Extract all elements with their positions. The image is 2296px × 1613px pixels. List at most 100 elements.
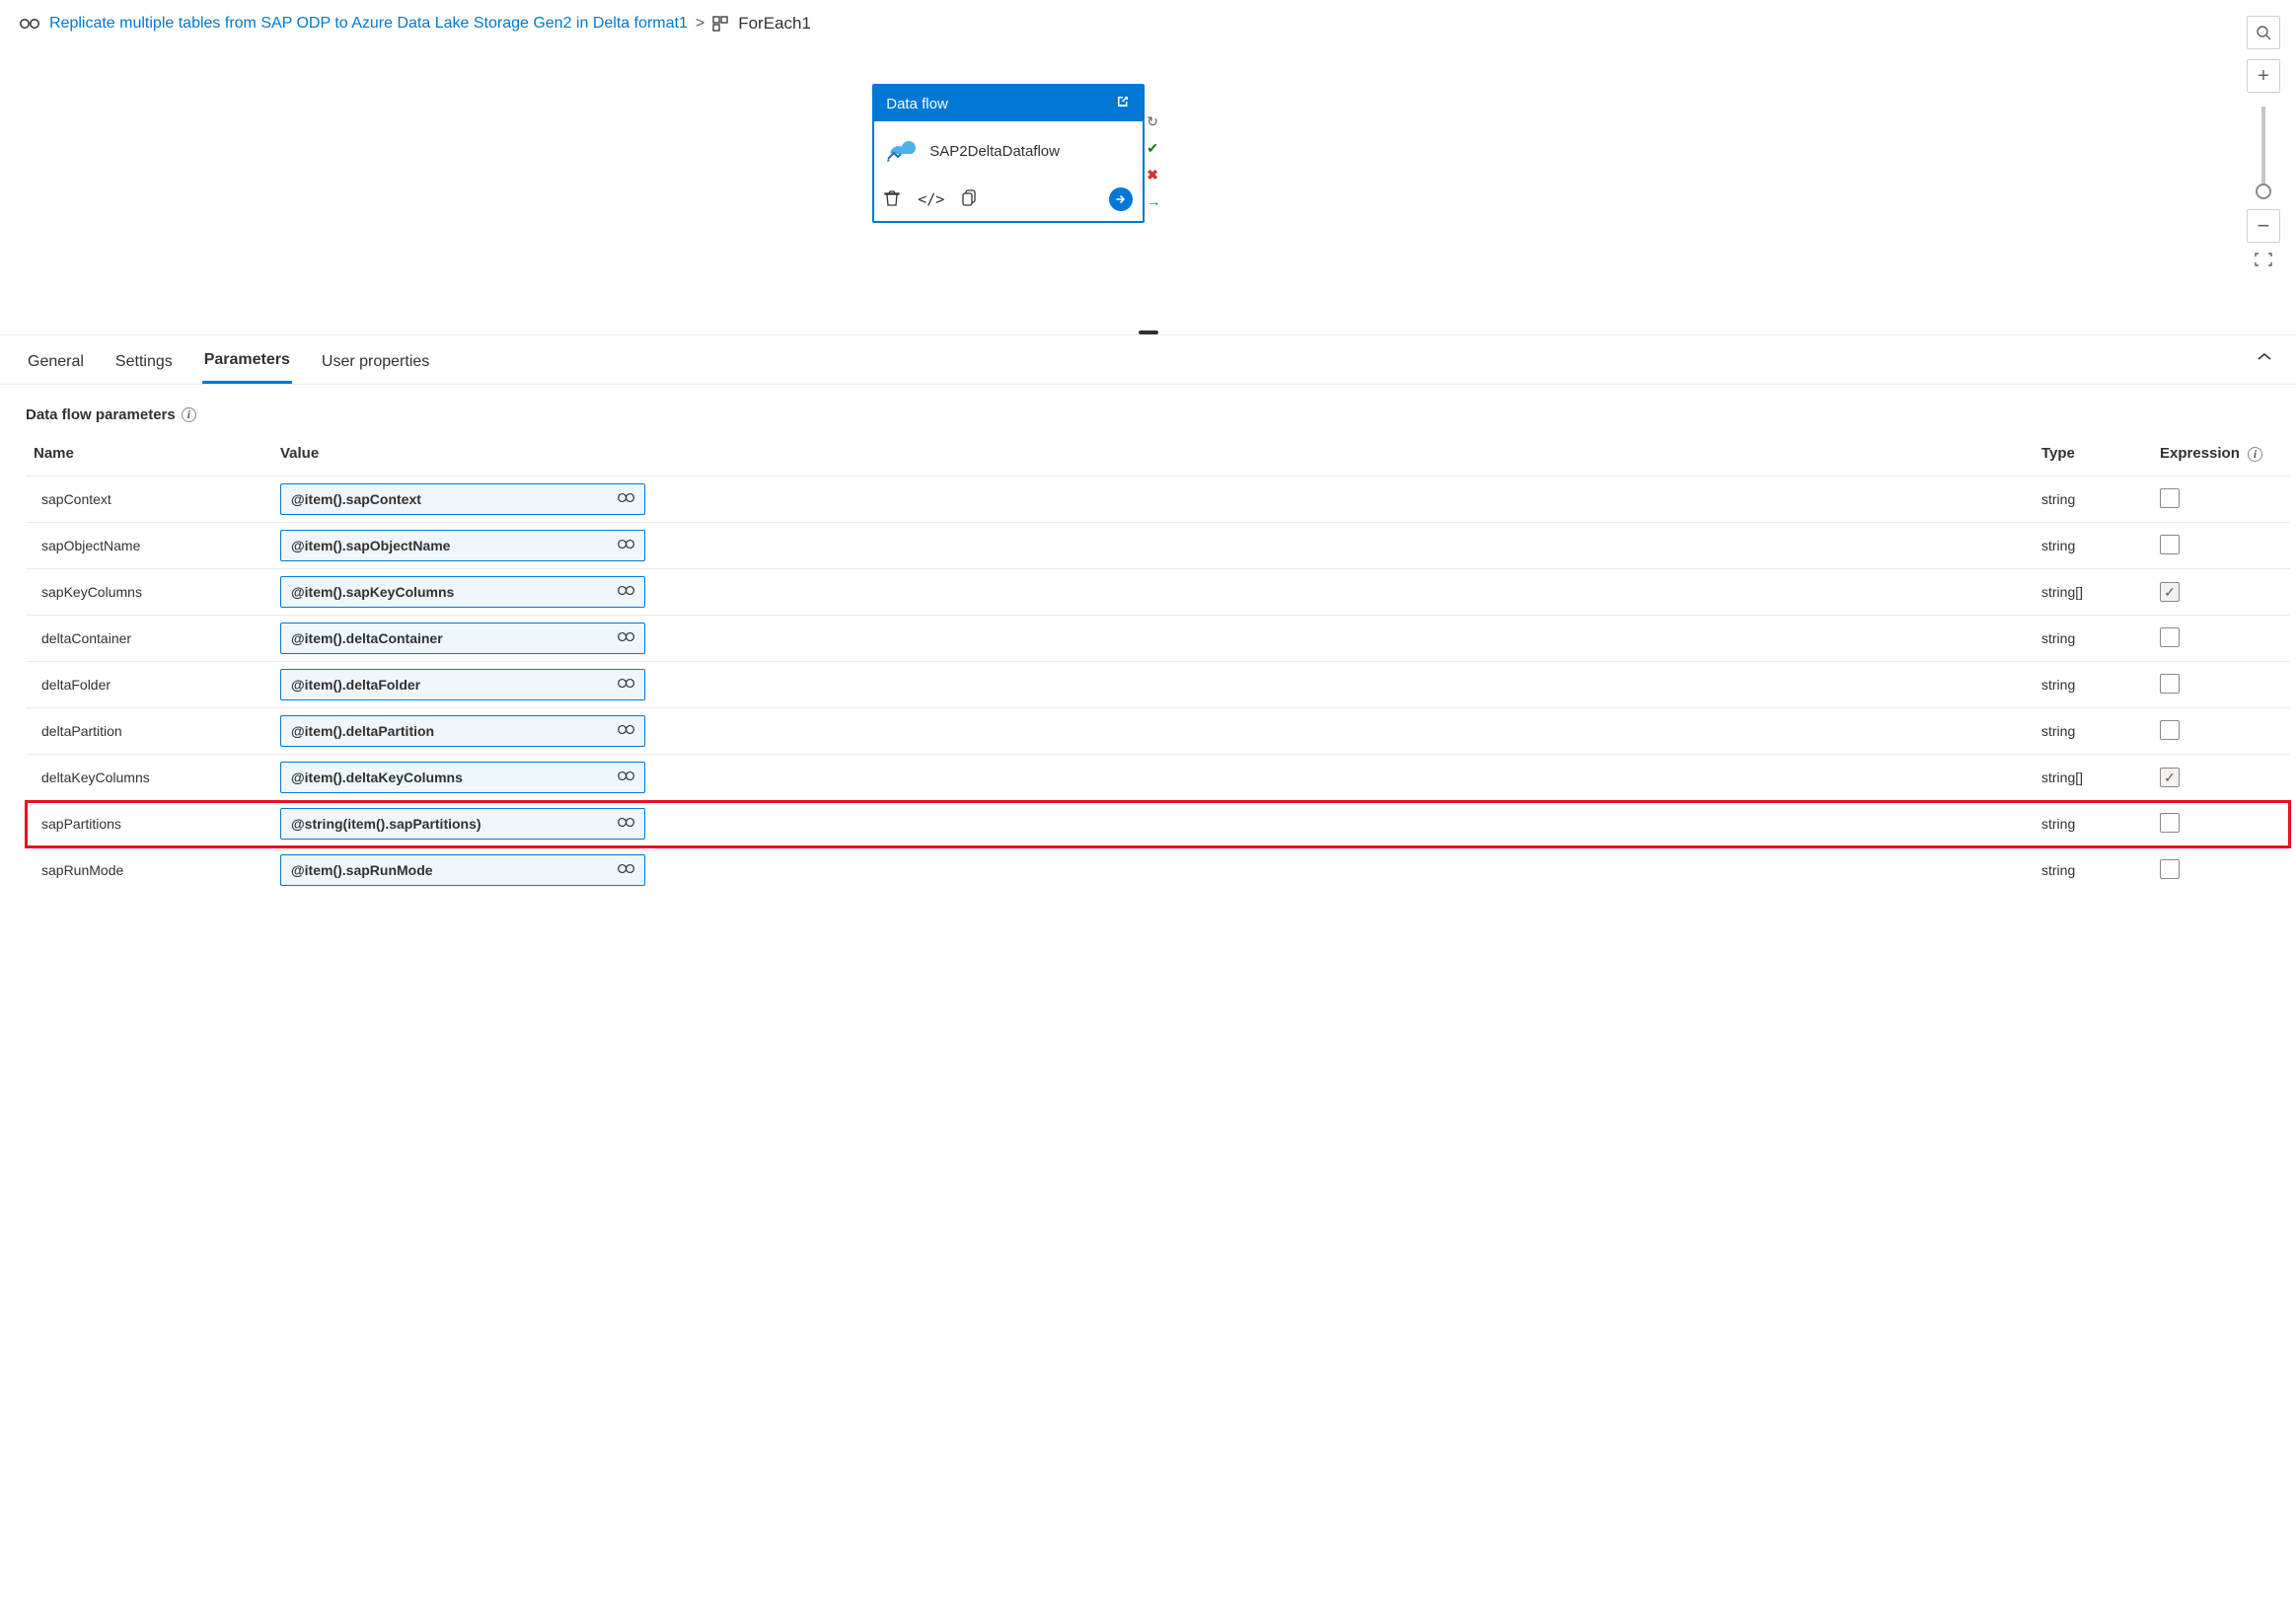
table-row: deltaKeyColumns @item().deltaKeyColumns st… — [26, 755, 2290, 801]
section-title-text: Data flow parameters — [26, 406, 176, 423]
search-button[interactable] — [2247, 16, 2280, 49]
canvas-controls: + − — [2247, 16, 2280, 269]
table-row: sapContext@item().sapContextstring — [26, 477, 2290, 523]
expression-builder-icon[interactable] — [617, 770, 636, 786]
retry-icon[interactable]: ↻ — [1147, 113, 1160, 130]
param-type: string — [2034, 662, 2152, 708]
run-arrow-button[interactable] — [1109, 187, 1133, 211]
expression-checkbox[interactable] — [2160, 859, 2180, 879]
col-name: Name — [26, 435, 272, 477]
failure-icon[interactable]: ✖ — [1147, 167, 1160, 183]
param-type: string — [2034, 616, 2152, 662]
table-row: sapKeyColumns@item().sapKeyColumns string… — [26, 569, 2290, 616]
table-row: sapObjectName @item().sapObjectName string — [26, 523, 2290, 569]
table-row: sapPartitions @string(item().sapPartition… — [26, 801, 2290, 847]
expression-builder-icon[interactable] — [617, 723, 636, 740]
expression-builder-icon[interactable] — [617, 816, 636, 833]
expression-builder-icon[interactable] — [617, 862, 636, 879]
zoom-slider-thumb[interactable] — [2256, 183, 2271, 199]
param-value-input[interactable]: @item().deltaContainer — [280, 623, 645, 654]
param-name: deltaContainer — [26, 616, 272, 662]
param-name: deltaKeyColumns — [26, 755, 272, 801]
param-type: string — [2034, 801, 2152, 847]
param-type: string — [2034, 477, 2152, 523]
delete-icon[interactable] — [884, 189, 900, 210]
param-type: string[] — [2034, 755, 2152, 801]
pipeline-icon — [20, 16, 41, 32]
expression-checkbox[interactable]: ✓ — [2160, 582, 2180, 602]
param-value-input[interactable]: @item().deltaFolder — [280, 669, 645, 700]
open-external-icon[interactable] — [1115, 94, 1131, 113]
param-value-text: @item().deltaContainer — [291, 630, 443, 646]
expression-builder-icon[interactable] — [617, 584, 636, 601]
pipeline-canvas[interactable]: Replicate multiple tables from SAP ODP t… — [0, 0, 2296, 335]
breadcrumb-current: ForEach1 — [738, 14, 811, 34]
success-icon[interactable]: ✔ — [1147, 140, 1160, 157]
tab-user-properties[interactable]: User properties — [320, 341, 431, 383]
foreach-icon — [712, 16, 730, 32]
param-name: sapRunMode — [26, 847, 272, 894]
dataflow-icon — [886, 135, 918, 168]
param-name: sapObjectName — [26, 523, 272, 569]
col-expression-label: Expression — [2160, 445, 2240, 462]
expression-builder-icon[interactable] — [617, 677, 636, 694]
activity-type-label: Data flow — [886, 96, 948, 112]
table-row: deltaPartition@item().deltaPartitionstri… — [26, 708, 2290, 755]
activity-card-footer: </> — [874, 182, 1143, 221]
expression-checkbox[interactable] — [2160, 813, 2180, 833]
param-type: string[] — [2034, 569, 2152, 616]
breadcrumb-separator: > — [696, 15, 704, 33]
param-value-input[interactable]: @item().deltaKeyColumns — [280, 762, 645, 793]
param-name: deltaPartition — [26, 708, 272, 755]
param-type: string — [2034, 523, 2152, 569]
activity-name: SAP2DeltaDataflow — [929, 143, 1060, 160]
fit-to-screen-icon[interactable] — [2255, 253, 2272, 269]
zoom-out-button[interactable]: − — [2247, 209, 2280, 243]
info-icon[interactable]: i — [2248, 447, 2262, 462]
param-value-input[interactable]: @item().sapKeyColumns — [280, 576, 645, 608]
dataflow-activity-card[interactable]: Data flow SAP2DeltaDataflow </> — [872, 84, 1145, 223]
parameters-section-title: Data flow parameters i — [0, 385, 2296, 429]
expression-checkbox[interactable] — [2160, 674, 2180, 694]
expression-builder-icon[interactable] — [617, 538, 636, 554]
tab-settings[interactable]: Settings — [113, 341, 175, 383]
breadcrumb-parent-link[interactable]: Replicate multiple tables from SAP ODP t… — [49, 15, 688, 33]
tab-parameters[interactable]: Parameters — [202, 339, 292, 384]
param-type: string — [2034, 847, 2152, 894]
param-value-input[interactable]: @item().deltaPartition — [280, 715, 645, 747]
param-value-input[interactable]: @item().sapContext — [280, 483, 645, 515]
param-name: sapKeyColumns — [26, 569, 272, 616]
code-icon[interactable]: </> — [918, 190, 944, 208]
skip-icon[interactable]: → — [1147, 193, 1160, 209]
expression-builder-icon[interactable] — [617, 630, 636, 647]
expression-checkbox[interactable] — [2160, 627, 2180, 647]
copy-icon[interactable] — [962, 189, 978, 210]
param-value-text: @item().deltaKeyColumns — [291, 770, 463, 785]
zoom-slider[interactable] — [2261, 107, 2265, 195]
expression-builder-icon[interactable] — [617, 491, 636, 508]
expression-checkbox[interactable] — [2160, 535, 2180, 554]
expression-checkbox[interactable]: ✓ — [2160, 768, 2180, 787]
param-value-input[interactable]: @string(item().sapPartitions) — [280, 808, 645, 840]
param-value-text: @item().deltaFolder — [291, 677, 420, 693]
tab-general[interactable]: General — [26, 341, 86, 383]
param-value-input[interactable]: @item().sapObjectName — [280, 530, 645, 561]
param-value-text: @item().sapObjectName — [291, 538, 450, 553]
zoom-in-button[interactable]: + — [2247, 59, 2280, 93]
expression-checkbox[interactable] — [2160, 488, 2180, 508]
param-value-text: @string(item().sapPartitions) — [291, 816, 481, 832]
activity-status-icons: ↻ ✔ ✖ → — [1147, 113, 1160, 209]
properties-tabs: General Settings Parameters User propert… — [0, 335, 2296, 385]
expression-checkbox[interactable] — [2160, 720, 2180, 740]
table-row: deltaFolder @item().deltaFolder string — [26, 662, 2290, 708]
panel-resize-handle[interactable] — [1139, 330, 1158, 334]
col-type: Type — [2034, 435, 2152, 477]
collapse-panel-icon[interactable] — [2257, 349, 2272, 365]
info-icon[interactable]: i — [182, 407, 196, 422]
param-value-input[interactable]: @item().sapRunMode — [280, 854, 645, 886]
param-value-text: @item().sapContext — [291, 491, 421, 507]
table-row: sapRunMode@item().sapRunMode string — [26, 847, 2290, 894]
param-name: sapPartitions — [26, 801, 272, 847]
param-name: deltaFolder — [26, 662, 272, 708]
breadcrumb: Replicate multiple tables from SAP ODP t… — [0, 0, 2296, 47]
